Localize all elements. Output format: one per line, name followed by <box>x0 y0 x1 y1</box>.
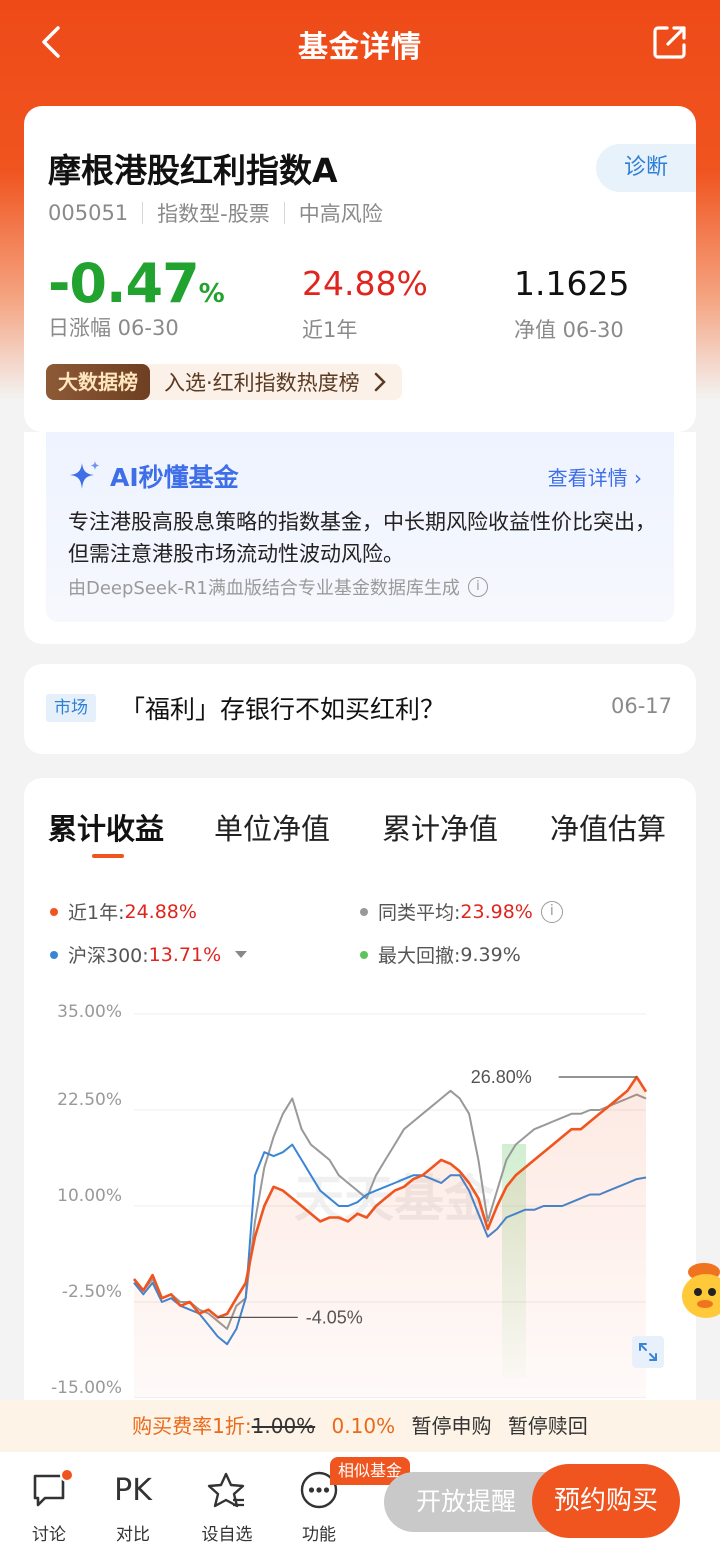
sparkle-icon <box>70 461 100 489</box>
legend-fund-value: 24.88% <box>124 900 197 923</box>
fund-name: 摩根港股红利指数A <box>48 151 338 190</box>
ai-description: 专注港股高股息策略的指数基金，中长期风险收益性价比突出，但需注意港股市场流动性波… <box>68 510 656 566</box>
ai-note: 由DeepSeek-R1满血版结合专业基金数据库生成 i <box>68 574 488 600</box>
fee-status-redeem: 暂停赎回 <box>507 1414 588 1438</box>
daily-change-label: 日涨幅 06-30 <box>48 316 179 340</box>
fee-original: 1.00% <box>251 1414 316 1438</box>
page-title: 基金详情 <box>298 30 422 65</box>
daily-change-stat: -0.47% 日涨幅 06-30 <box>48 256 225 342</box>
legend-dot <box>50 950 58 959</box>
divider <box>283 202 285 224</box>
caret-down-icon[interactable] <box>235 951 248 958</box>
legend-fund: 近1年: 24.88% <box>50 898 197 925</box>
discuss-button[interactable]: 讨论 <box>14 1468 84 1545</box>
fund-category: 指数型-股票 <box>157 202 270 226</box>
fund-risk: 中高风险 <box>298 202 383 226</box>
add-watchlist-button[interactable]: 设自选 <box>192 1470 262 1545</box>
tab-cumulative-nav[interactable]: 累计净值 <box>382 806 498 848</box>
ai-title: AI秒懂基金 <box>68 458 239 494</box>
ai-more-link[interactable]: 查看详情 › <box>548 462 642 491</box>
fund-code: 005051 <box>48 201 129 225</box>
nav-label: 净值 06-30 <box>514 318 624 342</box>
max-marker-label: 26.80% <box>471 1067 532 1087</box>
notification-dot <box>60 1468 74 1482</box>
expand-icon[interactable] <box>632 1336 664 1368</box>
info-icon[interactable]: i <box>467 577 488 597</box>
legend-drawdown-label: 最大回撤: <box>378 945 461 967</box>
chart-svg: 天天基金 26.80%-4.05% <box>132 1013 648 1398</box>
diagnose-button[interactable]: 诊断 <box>596 144 696 192</box>
compare-label: 对比 <box>116 1525 150 1545</box>
legend-fund-label: 近1年: <box>68 902 125 924</box>
reserve-buy-button[interactable]: 预约购买 <box>532 1464 680 1538</box>
legend-index-label: 沪深300: <box>68 945 149 967</box>
bigdata-badge: 大数据榜 <box>46 364 150 400</box>
news-title: 「福利」存银行不如买红利？ <box>120 695 446 724</box>
legend-dot <box>360 907 368 916</box>
one-year-stat: 24.88% 近1年 <box>302 256 428 344</box>
daily-change-value: -0.47 <box>48 252 200 315</box>
legend-index-value: 13.71% <box>148 943 222 966</box>
daily-change-unit: % <box>198 279 225 309</box>
tab-unit-nav[interactable]: 单位净值 <box>214 806 330 848</box>
bigdata-text: 入选·红利指数热度榜 <box>164 371 360 395</box>
tab-cumulative-return[interactable]: 累计收益 <box>48 806 164 848</box>
nav-value: 1.1625 <box>514 264 630 303</box>
one-year-value: 24.88% <box>302 264 428 303</box>
news-tag: 市场 <box>46 694 96 722</box>
performance-chart-card: 累计收益 单位净值 累计净值 净值估算 近1年: 24.88% 同类平均: 23.9… <box>24 778 696 1478</box>
series-area-fund <box>134 1077 646 1398</box>
bigdata-ranking-link[interactable]: 大数据榜 入选·红利指数热度榜 <box>46 364 402 400</box>
fee-prefix: 购买费率1折: <box>132 1414 252 1438</box>
divider <box>142 202 144 224</box>
legend-peer: 同类平均: 23.98% i <box>360 898 563 925</box>
ai-title-text: AI秒懂基金 <box>110 463 239 492</box>
fee-discount: 0.10% <box>331 1414 396 1438</box>
fee-bar: 购买费率1折:1.00% 0.10% 暂停申购 暂停赎回 <box>0 1400 720 1452</box>
legend-drawdown-value: 9.39% <box>460 943 521 966</box>
chart-area[interactable]: 35.00% 22.50% 10.00% -2.50% -15.00% 天天基金… <box>24 978 696 1398</box>
nav-stat: 1.1625 净值 06-30 <box>514 256 629 344</box>
legend-drawdown: 最大回撤: 9.39% <box>360 941 521 968</box>
ai-summary-box[interactable]: AI秒懂基金 查看详情 › 专注港股高股息策略的指数基金，中长期风险收益性价比突… <box>46 432 674 622</box>
fund-summary-card: 摩根港股红利指数A 诊断 005051 指数型-股票 中高风险 -0.47% 日… <box>24 106 696 432</box>
compare-button[interactable]: PK 对比 <box>98 1470 168 1546</box>
info-icon[interactable]: i <box>540 900 563 923</box>
fund-meta: 005051 指数型-股票 中高风险 <box>48 198 383 228</box>
legend-peer-label: 同类平均: <box>378 902 461 924</box>
legend-peer-value: 23.98% <box>460 900 533 923</box>
star-icon <box>207 1472 245 1508</box>
watchlist-label: 设自选 <box>201 1525 253 1545</box>
news-card[interactable]: 市场 「福利」存银行不如买红利？ 06-17 <box>24 664 696 754</box>
discuss-label: 讨论 <box>32 1525 66 1545</box>
tab-nav-estimate[interactable]: 净值估算 <box>550 806 666 848</box>
ai-summary-card: AI秒懂基金 查看详情 › 专注港股高股息策略的指数基金，中长期风险收益性价比突… <box>24 432 696 644</box>
share-icon[interactable] <box>650 22 690 62</box>
chevron-right-icon <box>374 372 386 392</box>
legend-dot <box>50 907 58 916</box>
open-reminder-button[interactable]: 开放提醒 <box>384 1472 548 1532</box>
news-date: 06-17 <box>610 694 672 718</box>
nav-bar: 基金详情 <box>0 0 720 84</box>
mascot-icon[interactable] <box>676 1258 720 1324</box>
legend-dot <box>360 950 368 959</box>
tab-indicator <box>92 854 124 858</box>
legend-index[interactable]: 沪深300: 13.71% <box>50 941 248 968</box>
chart-tabs: 累计收益 单位净值 累计净值 净值估算 <box>24 806 696 866</box>
fee-status-purchase: 暂停申购 <box>411 1414 492 1438</box>
min-marker-label: -4.05% <box>306 1307 363 1327</box>
more-label: 功能 <box>302 1525 336 1545</box>
ai-note-text: 由DeepSeek-R1满血版结合专业基金数据库生成 <box>68 578 460 599</box>
one-year-label: 近1年 <box>302 318 358 342</box>
pk-icon: PK <box>114 1472 152 1508</box>
